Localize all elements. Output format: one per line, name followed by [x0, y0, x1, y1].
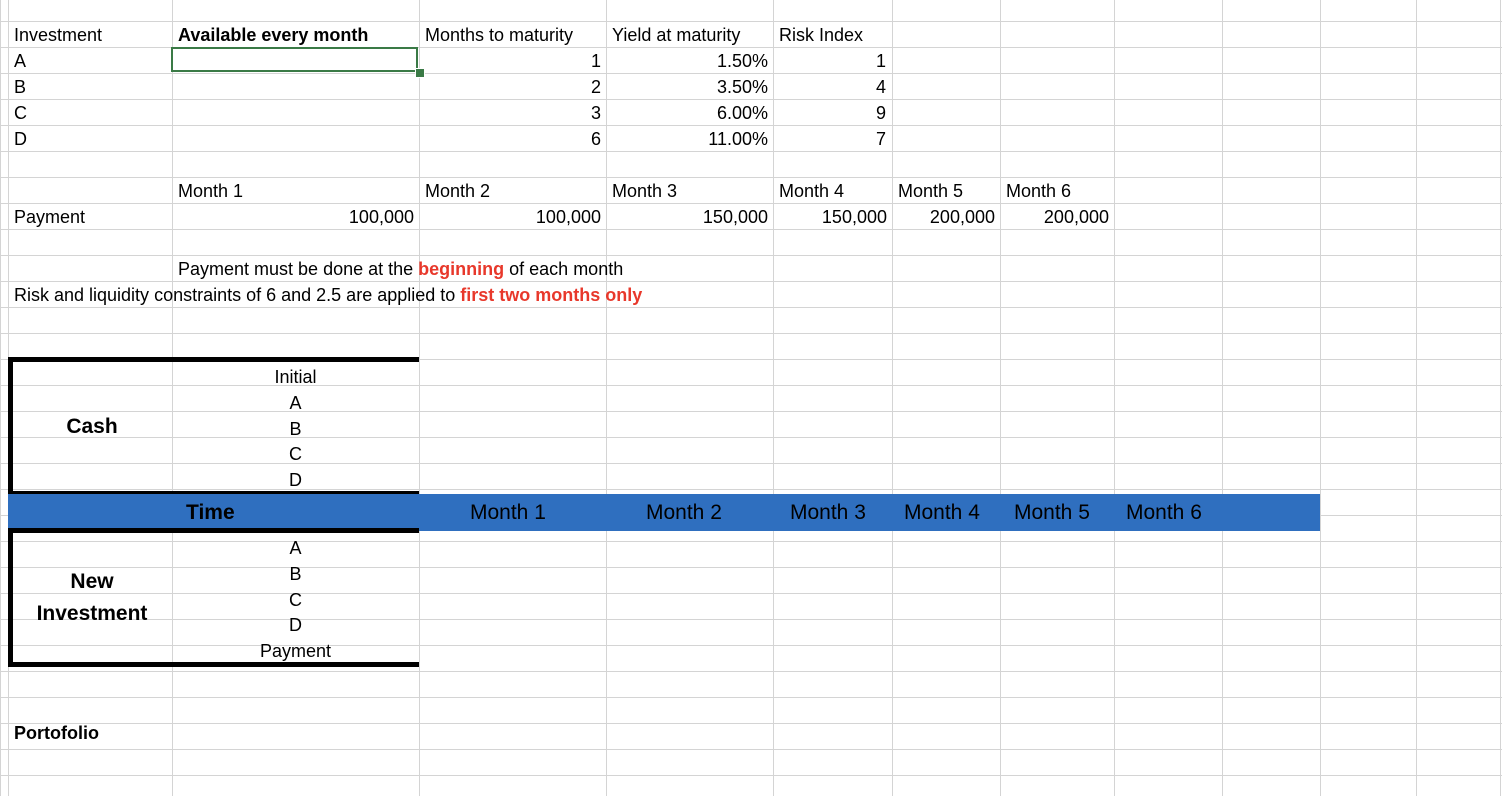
time-month-header[interactable]: Month 2: [646, 494, 722, 531]
cash-row-label[interactable]: Initial: [172, 364, 419, 390]
new-investment-row-label[interactable]: A: [172, 535, 419, 561]
yield-cell[interactable]: 6.00%: [607, 100, 768, 126]
time-month-header[interactable]: Month 6: [1126, 494, 1202, 531]
payment-value[interactable]: 150,000: [774, 204, 887, 230]
risk-cell[interactable]: 4: [774, 74, 886, 100]
note-highlight: first two months only: [460, 285, 643, 305]
yield-cell[interactable]: 11.00%: [607, 126, 768, 152]
new-investment-border-top: [8, 528, 419, 533]
payment-month-header[interactable]: Month 1: [178, 178, 243, 204]
note-constraints[interactable]: Risk and liquidity constraints of 6 and …: [14, 282, 642, 308]
new-investment-row-label[interactable]: C: [172, 587, 419, 613]
time-month-header[interactable]: Month 3: [790, 494, 866, 531]
yield-cell[interactable]: 1.50%: [607, 48, 768, 74]
cash-title[interactable]: Cash: [13, 414, 171, 440]
months-cell[interactable]: 3: [420, 100, 601, 126]
cash-border-top: [8, 357, 419, 362]
cash-row-label[interactable]: D: [172, 467, 419, 493]
payment-value[interactable]: 100,000: [420, 204, 601, 230]
time-month-header[interactable]: Month 5: [1014, 494, 1090, 531]
investment-name-cell[interactable]: D: [14, 126, 27, 152]
new-investment-border-left: [8, 528, 13, 667]
note-text: of each month: [504, 259, 624, 279]
months-cell[interactable]: 2: [420, 74, 601, 100]
new-investment-row-label[interactable]: D: [172, 612, 419, 638]
yield-cell[interactable]: 3.50%: [607, 74, 768, 100]
investment-name-cell[interactable]: C: [14, 100, 27, 126]
investment-name-cell[interactable]: B: [14, 74, 26, 100]
payment-month-header[interactable]: Month 6: [1006, 178, 1071, 204]
payment-month-header[interactable]: Month 5: [898, 178, 963, 204]
note-text: Risk and liquidity constraints of 6 and …: [14, 285, 461, 305]
note-highlight: beginning: [418, 259, 505, 279]
column-line: [1320, 0, 1321, 796]
time-label[interactable]: Time: [186, 494, 235, 531]
column-line: [1500, 0, 1501, 796]
column-line: [892, 0, 893, 796]
months-to-maturity-header[interactable]: Months to maturity: [425, 22, 573, 48]
column-line: [1222, 0, 1223, 796]
column-line: [1416, 0, 1417, 796]
cash-row-label[interactable]: C: [172, 441, 419, 467]
fill-handle[interactable]: [415, 68, 425, 78]
new-investment-title[interactable]: Investment: [13, 601, 171, 627]
payment-value[interactable]: 150,000: [607, 204, 768, 230]
investment-header[interactable]: Investment: [14, 22, 102, 48]
payment-label[interactable]: Payment: [14, 204, 85, 230]
note-payment-timing[interactable]: Payment must be done at the beginning of…: [178, 256, 623, 282]
payment-value[interactable]: 200,000: [1001, 204, 1109, 230]
new-investment-title[interactable]: New: [13, 569, 171, 595]
available-header[interactable]: Available every month: [178, 22, 368, 48]
risk-index-header[interactable]: Risk Index: [779, 22, 863, 48]
payment-month-header[interactable]: Month 3: [612, 178, 677, 204]
risk-cell[interactable]: 9: [774, 100, 886, 126]
column-line: [1114, 0, 1115, 796]
months-cell[interactable]: 6: [420, 126, 601, 152]
time-month-header[interactable]: Month 4: [904, 494, 980, 531]
payment-value[interactable]: 200,000: [893, 204, 995, 230]
portfolio-label[interactable]: Portofolio: [14, 720, 99, 746]
investment-name-cell[interactable]: A: [14, 48, 26, 74]
new-investment-row-label[interactable]: Payment: [172, 638, 419, 664]
risk-cell[interactable]: 7: [774, 126, 886, 152]
column-line: [1000, 0, 1001, 796]
note-text: Payment must be done at the: [178, 259, 419, 279]
months-cell[interactable]: 1: [420, 48, 601, 74]
payment-value[interactable]: 100,000: [173, 204, 414, 230]
risk-cell[interactable]: 1: [774, 48, 886, 74]
payment-month-header[interactable]: Month 2: [425, 178, 490, 204]
new-investment-row-label[interactable]: B: [172, 561, 419, 587]
cash-row-label[interactable]: A: [172, 390, 419, 416]
selected-cell[interactable]: [171, 47, 418, 72]
time-month-header[interactable]: Month 1: [470, 494, 546, 531]
cash-row-label[interactable]: B: [172, 416, 419, 442]
payment-month-header[interactable]: Month 4: [779, 178, 844, 204]
yield-header[interactable]: Yield at maturity: [612, 22, 740, 48]
